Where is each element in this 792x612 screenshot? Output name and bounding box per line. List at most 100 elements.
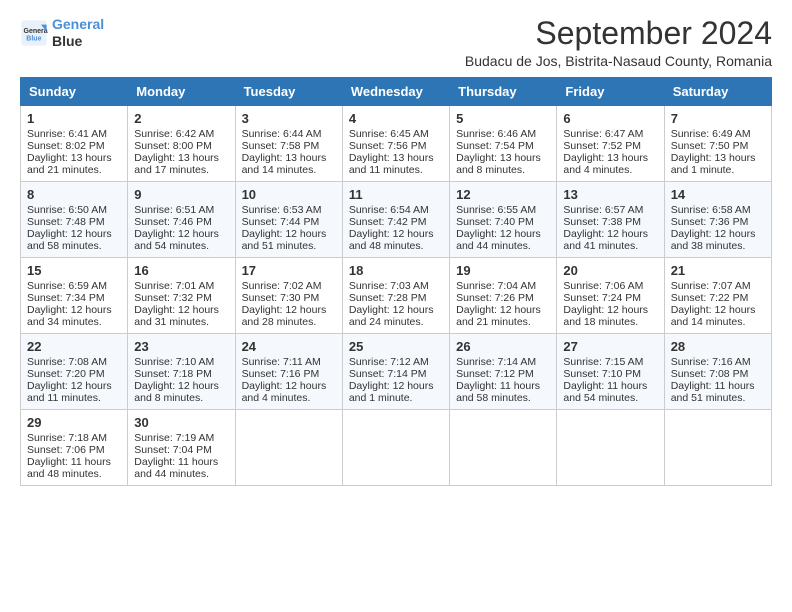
sunrise: Sunrise: 7:01 AM [134,280,214,292]
main-title: September 2024 [465,16,772,51]
table-row: 5 Sunrise: 6:46 AM Sunset: 7:54 PM Dayli… [450,106,557,182]
daylight: Daylight: 12 hours and 31 minutes. [134,304,219,328]
sunset: Sunset: 7:42 PM [349,216,427,228]
sunset: Sunset: 7:16 PM [242,368,320,380]
sunset: Sunset: 7:20 PM [27,368,105,380]
sunrise: Sunrise: 7:06 AM [563,280,643,292]
sunrise: Sunrise: 6:44 AM [242,128,322,140]
daylight: Daylight: 12 hours and 34 minutes. [27,304,112,328]
table-row: 30 Sunrise: 7:19 AM Sunset: 7:04 PM Dayl… [128,410,235,486]
sunrise: Sunrise: 6:59 AM [27,280,107,292]
table-row: 8 Sunrise: 6:50 AM Sunset: 7:48 PM Dayli… [21,182,128,258]
table-row: 7 Sunrise: 6:49 AM Sunset: 7:50 PM Dayli… [664,106,771,182]
daylight: Daylight: 13 hours and 14 minutes. [242,152,327,176]
daylight: Daylight: 12 hours and 48 minutes. [349,228,434,252]
table-row: 14 Sunrise: 6:58 AM Sunset: 7:36 PM Dayl… [664,182,771,258]
col-tuesday: Tuesday [235,78,342,106]
table-row: 17 Sunrise: 7:02 AM Sunset: 7:30 PM Dayl… [235,258,342,334]
table-row: 25 Sunrise: 7:12 AM Sunset: 7:14 PM Dayl… [342,334,449,410]
table-row: 20 Sunrise: 7:06 AM Sunset: 7:24 PM Dayl… [557,258,664,334]
sunset: Sunset: 8:00 PM [134,140,212,152]
daylight: Daylight: 13 hours and 8 minutes. [456,152,541,176]
sunrise: Sunrise: 6:54 AM [349,204,429,216]
calendar-table: Sunday Monday Tuesday Wednesday Thursday… [20,77,772,486]
sunset: Sunset: 7:34 PM [27,292,105,304]
day-number: 8 [27,187,121,202]
day-number: 9 [134,187,228,202]
table-row: 15 Sunrise: 6:59 AM Sunset: 7:34 PM Dayl… [21,258,128,334]
subtitle: Budacu de Jos, Bistrita-Nasaud County, R… [465,53,772,69]
sunset: Sunset: 7:18 PM [134,368,212,380]
day-number: 27 [563,339,657,354]
day-number: 26 [456,339,550,354]
sunset: Sunset: 7:36 PM [671,216,749,228]
sunset: Sunset: 7:24 PM [563,292,641,304]
sunset: Sunset: 7:50 PM [671,140,749,152]
table-row: 10 Sunrise: 6:53 AM Sunset: 7:44 PM Dayl… [235,182,342,258]
sunset: Sunset: 7:22 PM [671,292,749,304]
table-row: 26 Sunrise: 7:14 AM Sunset: 7:12 PM Dayl… [450,334,557,410]
day-number: 4 [349,111,443,126]
daylight: Daylight: 12 hours and 44 minutes. [456,228,541,252]
table-row: 11 Sunrise: 6:54 AM Sunset: 7:42 PM Dayl… [342,182,449,258]
sunrise: Sunrise: 6:47 AM [563,128,643,140]
sunset: Sunset: 7:28 PM [349,292,427,304]
day-number: 17 [242,263,336,278]
sunset: Sunset: 7:52 PM [563,140,641,152]
table-row: 13 Sunrise: 6:57 AM Sunset: 7:38 PM Dayl… [557,182,664,258]
sunrise: Sunrise: 6:49 AM [671,128,751,140]
day-number: 5 [456,111,550,126]
daylight: Daylight: 13 hours and 17 minutes. [134,152,219,176]
sunrise: Sunrise: 7:10 AM [134,356,214,368]
day-number: 29 [27,415,121,430]
day-number: 24 [242,339,336,354]
daylight: Daylight: 13 hours and 1 minute. [671,152,756,176]
sunset: Sunset: 7:12 PM [456,368,534,380]
col-friday: Friday [557,78,664,106]
table-row: 1 Sunrise: 6:41 AM Sunset: 8:02 PM Dayli… [21,106,128,182]
table-row: 19 Sunrise: 7:04 AM Sunset: 7:26 PM Dayl… [450,258,557,334]
day-number: 28 [671,339,765,354]
table-row: 16 Sunrise: 7:01 AM Sunset: 7:32 PM Dayl… [128,258,235,334]
sunset: Sunset: 7:46 PM [134,216,212,228]
logo: General Blue GeneralBlue [20,16,104,50]
calendar-header-row: Sunday Monday Tuesday Wednesday Thursday… [21,78,772,106]
table-row: 21 Sunrise: 7:07 AM Sunset: 7:22 PM Dayl… [664,258,771,334]
daylight: Daylight: 11 hours and 48 minutes. [27,456,111,480]
table-row: 24 Sunrise: 7:11 AM Sunset: 7:16 PM Dayl… [235,334,342,410]
sunrise: Sunrise: 6:57 AM [563,204,643,216]
sunrise: Sunrise: 6:46 AM [456,128,536,140]
day-number: 14 [671,187,765,202]
day-number: 15 [27,263,121,278]
sunset: Sunset: 7:06 PM [27,444,105,456]
daylight: Daylight: 12 hours and 8 minutes. [134,380,219,404]
daylight: Daylight: 12 hours and 51 minutes. [242,228,327,252]
sunrise: Sunrise: 6:55 AM [456,204,536,216]
table-row: 3 Sunrise: 6:44 AM Sunset: 7:58 PM Dayli… [235,106,342,182]
day-number: 23 [134,339,228,354]
day-number: 30 [134,415,228,430]
day-number: 18 [349,263,443,278]
table-row [235,410,342,486]
col-monday: Monday [128,78,235,106]
table-row [450,410,557,486]
sunset: Sunset: 7:58 PM [242,140,320,152]
daylight: Daylight: 12 hours and 41 minutes. [563,228,648,252]
table-row: 27 Sunrise: 7:15 AM Sunset: 7:10 PM Dayl… [557,334,664,410]
table-row: 12 Sunrise: 6:55 AM Sunset: 7:40 PM Dayl… [450,182,557,258]
day-number: 7 [671,111,765,126]
day-number: 6 [563,111,657,126]
table-row: 18 Sunrise: 7:03 AM Sunset: 7:28 PM Dayl… [342,258,449,334]
sunset: Sunset: 7:26 PM [456,292,534,304]
day-number: 19 [456,263,550,278]
sunrise: Sunrise: 7:07 AM [671,280,751,292]
day-number: 1 [27,111,121,126]
sunrise: Sunrise: 7:16 AM [671,356,751,368]
logo-text: GeneralBlue [52,16,104,50]
sunset: Sunset: 7:48 PM [27,216,105,228]
sunset: Sunset: 7:38 PM [563,216,641,228]
sunset: Sunset: 8:02 PM [27,140,105,152]
daylight: Daylight: 12 hours and 14 minutes. [671,304,756,328]
sunset: Sunset: 7:08 PM [671,368,749,380]
daylight: Daylight: 13 hours and 11 minutes. [349,152,434,176]
